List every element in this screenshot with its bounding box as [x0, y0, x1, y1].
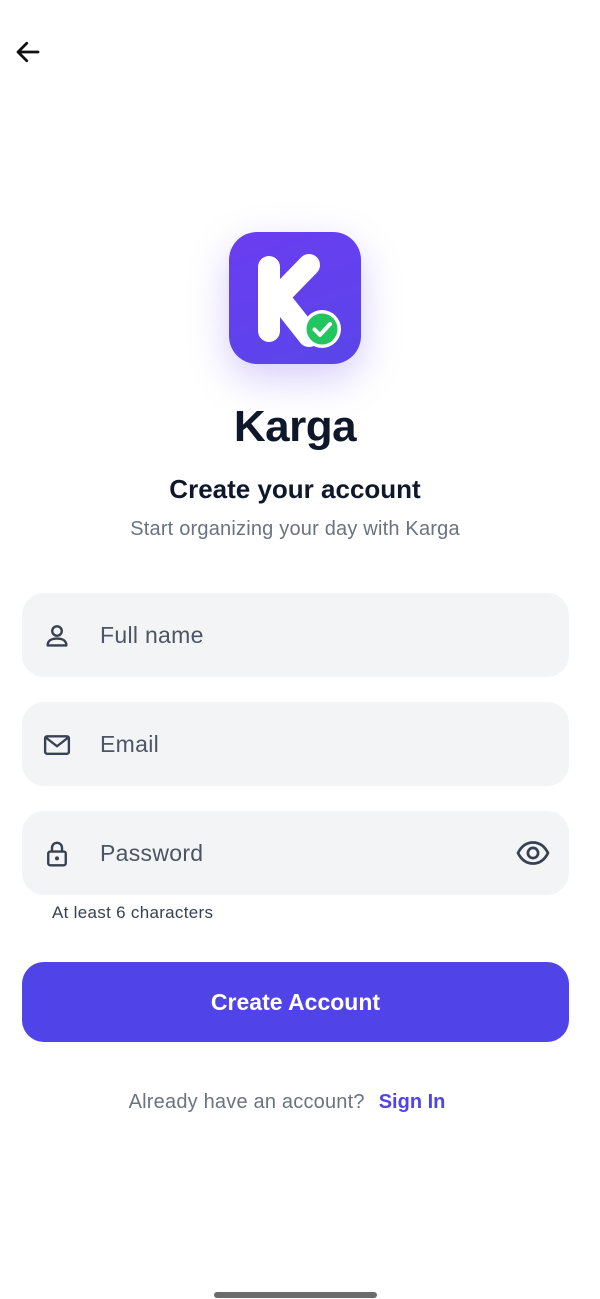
email-input[interactable]	[100, 702, 510, 786]
logo-k-mark	[258, 254, 341, 348]
page-subtitle: Start organizing your day with Karga	[130, 518, 460, 540]
signin-link[interactable]: Sign In	[379, 1091, 446, 1113]
arrow-left-icon	[16, 41, 40, 63]
signin-row: Already have an account? Sign In	[0, 1091, 574, 1114]
page-title: Create your account	[169, 474, 421, 504]
password-field[interactable]	[22, 811, 569, 895]
home-indicator[interactable]	[214, 1292, 377, 1298]
email-field[interactable]	[22, 702, 569, 786]
full-name-field[interactable]	[22, 593, 569, 677]
person-icon	[46, 625, 68, 647]
app-name: Karga	[233, 402, 357, 451]
app-logo	[229, 232, 361, 364]
check-circle-icon	[303, 310, 341, 348]
back-button[interactable]	[6, 30, 50, 74]
signin-prompt: Already have an account?	[128, 1091, 365, 1113]
eye-icon[interactable]	[515, 835, 551, 871]
mail-icon	[43, 735, 71, 755]
password-input[interactable]	[100, 811, 510, 895]
password-helper-text: At least 6 characters	[52, 903, 214, 922]
create-account-button[interactable]: Create Account	[22, 962, 569, 1042]
full-name-input[interactable]	[100, 593, 510, 677]
lock-icon	[47, 841, 67, 867]
signup-screen: Karga Create your account Start organizi…	[0, 0, 600, 1299]
